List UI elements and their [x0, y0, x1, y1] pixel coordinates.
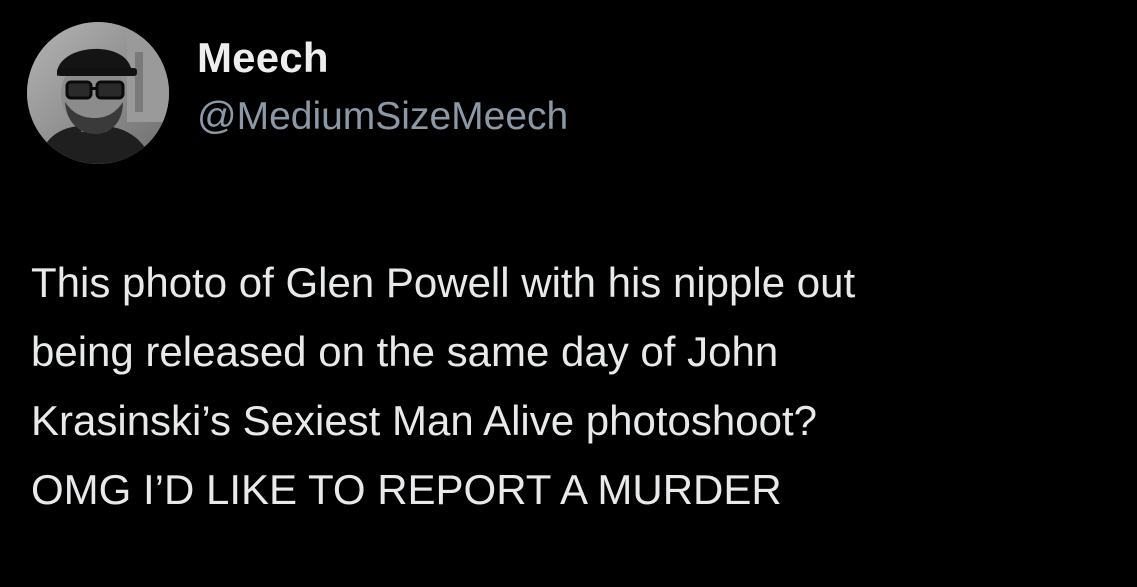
tweet-card: Meech @MediumSizeMeech This photo of Gle… [0, 0, 1137, 587]
tweet-text-line: OMG I’D LIKE TO REPORT A MURDER [31, 466, 782, 513]
author-display-name[interactable]: Meech [197, 32, 568, 84]
tweet-text-line: Krasinski’s Sexiest Man Alive photoshoot… [31, 397, 817, 444]
author-handle[interactable]: @MediumSizeMeech [197, 92, 568, 142]
avatar-photo-icon [27, 22, 169, 164]
author-identity: Meech @MediumSizeMeech [197, 32, 568, 142]
tweet-text-line: This photo of Glen Powell with his nippl… [31, 259, 856, 306]
tweet-text: This photo of Glen Powell with his nippl… [31, 248, 1121, 524]
tweet-text-line: being released on the same day of John [31, 328, 779, 375]
tweet-header: Meech @MediumSizeMeech [27, 22, 568, 164]
avatar[interactable] [27, 22, 169, 164]
